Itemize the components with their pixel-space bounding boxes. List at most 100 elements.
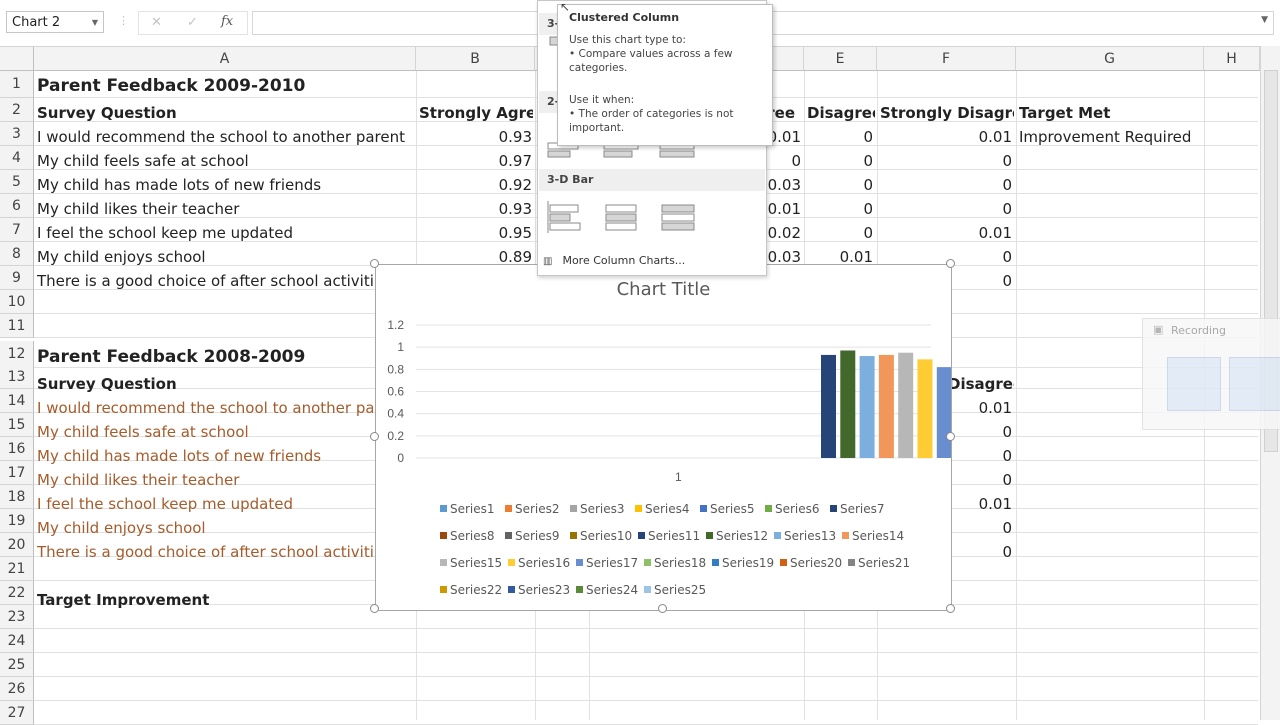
row-header-1[interactable]: 1: [0, 71, 34, 98]
legend-entry-series18[interactable]: Series18: [644, 556, 706, 570]
row-header-4[interactable]: 4: [0, 146, 34, 170]
cell-a9[interactable]: There is a good choice of after school a…: [37, 269, 373, 293]
legend-entry-series21[interactable]: Series21: [848, 556, 910, 570]
row-header-23[interactable]: 23: [0, 605, 34, 629]
3d-100-stacked-bar-icon[interactable]: [658, 199, 698, 233]
cell-a15[interactable]: My child feels safe at school: [37, 420, 373, 444]
resize-handle[interactable]: [946, 604, 955, 613]
legend-entry-series9[interactable]: Series9: [505, 529, 560, 543]
cell-f4[interactable]: 0: [880, 149, 1012, 173]
legend-entry-series13[interactable]: Series13: [774, 529, 836, 543]
bar-chart-icon[interactable]: [546, 141, 586, 175]
legend-entry-series3[interactable]: Series3: [570, 502, 625, 516]
cell-f16[interactable]: 0: [952, 444, 1012, 468]
cell-b7[interactable]: 0.95: [419, 221, 532, 245]
cell-e4[interactable]: 0: [807, 149, 873, 173]
row-header-17[interactable]: 17: [0, 461, 34, 485]
3d-clustered-bar-icon[interactable]: [546, 199, 586, 233]
resize-handle[interactable]: [658, 604, 667, 613]
chart-area[interactable]: Chart Title 0 0.2 0.4 0.6 0.8 1 1.2 1 Series1 Se…: [375, 264, 952, 611]
legend-entry-series12[interactable]: Series12: [706, 529, 768, 543]
cell-f14[interactable]: 0.01: [952, 396, 1012, 420]
legend-entry-series22[interactable]: Series22: [440, 583, 502, 597]
bar-series11[interactable]: [821, 354, 836, 458]
cell-a17[interactable]: My child likes their teacher: [37, 468, 373, 492]
row-header-5[interactable]: 5: [0, 170, 34, 194]
row-header-15[interactable]: 15: [0, 413, 34, 437]
legend-entry-series14[interactable]: Series14: [842, 529, 904, 543]
recording-button[interactable]: [1229, 357, 1280, 411]
cell-e2[interactable]: Disagree: [807, 101, 875, 125]
row-header-21[interactable]: 21: [0, 557, 34, 581]
cell-a4[interactable]: My child feels safe at school: [37, 149, 415, 173]
cell-a18[interactable]: I feel the school keep me updated: [37, 492, 373, 516]
100-stacked-bar-icon[interactable]: [658, 141, 698, 175]
legend-entry-series19[interactable]: Series19: [712, 556, 774, 570]
legend-entry-series23[interactable]: Series23: [508, 583, 570, 597]
bar-series15[interactable]: [898, 352, 914, 458]
legend-entry-series24[interactable]: Series24: [576, 583, 638, 597]
column-header-b[interactable]: B: [416, 47, 535, 71]
cell-d6[interactable]: 0.01: [765, 197, 801, 221]
cell-f15[interactable]: 0: [952, 420, 1012, 444]
row-header-6[interactable]: 6: [0, 194, 34, 218]
legend-entry-series4[interactable]: Series4: [635, 502, 690, 516]
cell-f18[interactable]: 0.01: [952, 492, 1012, 516]
legend-entry-series20[interactable]: Series20: [780, 556, 842, 570]
cell-f20[interactable]: 0: [952, 540, 1012, 564]
legend-entry-series1[interactable]: Series1: [440, 502, 495, 516]
legend-entry-series10[interactable]: Series10: [570, 529, 632, 543]
cell-f3[interactable]: 0.01: [880, 125, 1012, 149]
resize-handle[interactable]: [370, 259, 379, 268]
row-header-25[interactable]: 25: [0, 653, 34, 677]
cell-g2[interactable]: Target Met: [1019, 101, 1203, 125]
cell-a20[interactable]: There is a good choice of after school a…: [37, 540, 373, 564]
cell-d4[interactable]: 0: [765, 149, 801, 173]
cell-b4[interactable]: 0.97: [419, 149, 532, 173]
row-header-8[interactable]: 8: [0, 242, 34, 266]
legend-entry-series16[interactable]: Series16: [508, 556, 570, 570]
resize-handle[interactable]: [370, 432, 379, 441]
cell-f17[interactable]: 0: [952, 468, 1012, 492]
row-header-12[interactable]: 12: [0, 341, 34, 368]
cell-a14[interactable]: I would recommend the school to another …: [37, 396, 373, 420]
column-header-h[interactable]: H: [1204, 47, 1260, 71]
cell-a22[interactable]: Target Improvement: [37, 588, 373, 612]
cell-a3[interactable]: I would recommend the school to another …: [37, 125, 415, 149]
bar-series17[interactable]: [936, 367, 951, 458]
cell-a1[interactable]: Parent Feedback 2009-2010: [37, 74, 415, 98]
legend-entry-series15[interactable]: Series15: [440, 556, 502, 570]
row-header-3[interactable]: 3: [0, 122, 34, 146]
cell-a2[interactable]: Survey Question: [37, 101, 415, 125]
enter-icon[interactable]: ✓: [187, 15, 198, 30]
expand-formula-icon[interactable]: ▼: [1261, 15, 1268, 25]
column-header-f[interactable]: F: [877, 47, 1016, 71]
recording-button[interactable]: [1167, 357, 1221, 411]
cell-b3[interactable]: 0.93: [419, 125, 532, 149]
row-header-16[interactable]: 16: [0, 437, 34, 461]
cell-e3[interactable]: 0: [807, 125, 873, 149]
cell-a12[interactable]: Parent Feedback 2008-2009: [37, 345, 373, 369]
3d-stacked-bar-icon[interactable]: [602, 199, 642, 233]
cell-f13[interactable]: Disagree: [948, 372, 1014, 396]
cell-f2[interactable]: Strongly Disagree: [880, 101, 1014, 125]
select-all-corner[interactable]: [0, 47, 34, 71]
more-column-charts-link[interactable]: ▥ More Column Charts...: [543, 252, 743, 270]
column-header-e[interactable]: E: [804, 47, 877, 71]
row-header-24[interactable]: 24: [0, 629, 34, 653]
row-header-27[interactable]: 27: [0, 701, 34, 725]
row-header-20[interactable]: 20: [0, 533, 34, 557]
row-header-7[interactable]: 7: [0, 218, 34, 242]
legend-entry-series6[interactable]: Series6: [765, 502, 820, 516]
cell-f19[interactable]: 0: [952, 516, 1012, 540]
bar-series13[interactable]: [859, 356, 875, 458]
row-header-18[interactable]: 18: [0, 485, 34, 509]
row-header-13[interactable]: 13: [0, 365, 34, 389]
legend-entry-series11[interactable]: Series11: [638, 529, 700, 543]
cancel-icon[interactable]: ✕: [151, 15, 162, 30]
chevron-down-icon[interactable]: ▼: [92, 12, 98, 34]
row-header-9[interactable]: 9: [0, 266, 34, 290]
legend-entry-series17[interactable]: Series17: [576, 556, 638, 570]
stacked-bar-icon[interactable]: [602, 141, 642, 175]
insert-function-button[interactable]: fx: [221, 14, 233, 29]
